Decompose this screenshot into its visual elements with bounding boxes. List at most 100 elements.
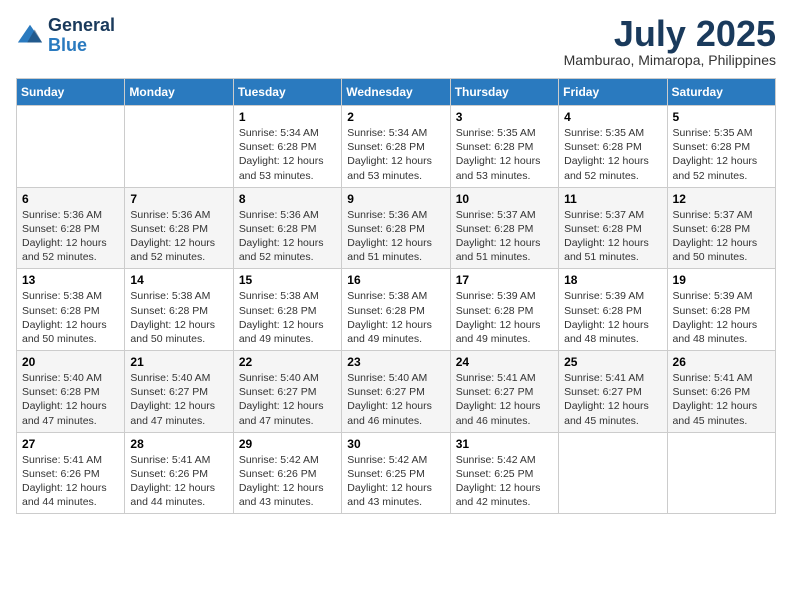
month-title: July 2025 <box>564 16 776 52</box>
weekday-header-sunday: Sunday <box>17 79 125 106</box>
calendar-cell: 19 Sunrise: 5:39 AMSunset: 6:28 PMDayligh… <box>667 269 775 351</box>
calendar-cell: 3Sunrise: 5:35 AMSunset: 6:28 PMDaylight… <box>450 106 558 188</box>
weekday-header-thursday: Thursday <box>450 79 558 106</box>
weekday-header-row: SundayMondayTuesdayWednesdayThursdayFrid… <box>17 79 776 106</box>
calendar-cell: 30 Sunrise: 5:42 AMSunset: 6:25 PMDayligh… <box>342 432 450 514</box>
day-number: 26 <box>673 355 770 369</box>
day-info: Sunrise: 5:36 AMSunset: 6:28 PMDaylight:… <box>239 208 336 265</box>
calendar-week-row: 27 Sunrise: 5:41 AMSunset: 6:26 PMDayligh… <box>17 432 776 514</box>
day-number: 21 <box>130 355 227 369</box>
calendar-cell: 25Sunrise: 5:41 AMSunset: 6:27 PMDayligh… <box>559 351 667 433</box>
calendar-cell: 14 Sunrise: 5:38 AMSunset: 6:28 PMDayligh… <box>125 269 233 351</box>
day-number: 13 <box>22 273 119 287</box>
day-info: Sunrise: 5:39 AMSunset: 6:28 PMDaylight:… <box>564 289 661 346</box>
weekday-header-wednesday: Wednesday <box>342 79 450 106</box>
calendar-cell: 16Sunrise: 5:38 AMSunset: 6:28 PMDayligh… <box>342 269 450 351</box>
calendar-body: 1Sunrise: 5:34 AMSunset: 6:28 PMDaylight… <box>17 106 776 514</box>
day-info: Sunrise: 5:36 AMSunset: 6:28 PMDaylight:… <box>130 208 227 265</box>
day-number: 11 <box>564 192 661 206</box>
day-number: 30 <box>347 437 444 451</box>
day-number: 20 <box>22 355 119 369</box>
calendar-cell: 22 Sunrise: 5:40 AMSunset: 6:27 PMDayligh… <box>233 351 341 433</box>
weekday-header-tuesday: Tuesday <box>233 79 341 106</box>
day-number: 4 <box>564 110 661 124</box>
calendar-cell: 12Sunrise: 5:37 AMSunset: 6:28 PMDayligh… <box>667 187 775 269</box>
calendar-cell: 6 Sunrise: 5:36 AMSunset: 6:28 PMDaylight… <box>17 187 125 269</box>
day-number: 27 <box>22 437 119 451</box>
day-number: 7 <box>130 192 227 206</box>
day-info: Sunrise: 5:40 AMSunset: 6:27 PMDaylight:… <box>347 371 444 428</box>
calendar-cell: 17Sunrise: 5:39 AMSunset: 6:28 PMDayligh… <box>450 269 558 351</box>
day-info: Sunrise: 5:38 AMSunset: 6:28 PMDaylight:… <box>347 289 444 346</box>
calendar-cell: 5 Sunrise: 5:35 AMSunset: 6:28 PMDaylight… <box>667 106 775 188</box>
calendar-cell: 11Sunrise: 5:37 AMSunset: 6:28 PMDayligh… <box>559 187 667 269</box>
day-info: Sunrise: 5:42 AMSunset: 6:26 PMDaylight:… <box>239 453 336 510</box>
day-info: Sunrise: 5:42 AMSunset: 6:25 PMDaylight:… <box>347 453 444 510</box>
calendar-header: SundayMondayTuesdayWednesdayThursdayFrid… <box>17 79 776 106</box>
weekday-header-friday: Friday <box>559 79 667 106</box>
day-number: 25 <box>564 355 661 369</box>
day-info: Sunrise: 5:35 AMSunset: 6:28 PMDaylight:… <box>456 126 553 183</box>
calendar-cell: 8 Sunrise: 5:36 AMSunset: 6:28 PMDaylight… <box>233 187 341 269</box>
calendar-cell: 23Sunrise: 5:40 AMSunset: 6:27 PMDayligh… <box>342 351 450 433</box>
day-number: 1 <box>239 110 336 124</box>
day-info: Sunrise: 5:40 AMSunset: 6:28 PMDaylight:… <box>22 371 119 428</box>
day-info: Sunrise: 5:41 AMSunset: 6:26 PMDaylight:… <box>673 371 770 428</box>
calendar-cell: 31 Sunrise: 5:42 AMSunset: 6:25 PMDayligh… <box>450 432 558 514</box>
calendar-cell: 26 Sunrise: 5:41 AMSunset: 6:26 PMDayligh… <box>667 351 775 433</box>
calendar-cell: 4 Sunrise: 5:35 AMSunset: 6:28 PMDaylight… <box>559 106 667 188</box>
calendar-cell: 13Sunrise: 5:38 AMSunset: 6:28 PMDayligh… <box>17 269 125 351</box>
day-info: Sunrise: 5:41 AMSunset: 6:26 PMDaylight:… <box>22 453 119 510</box>
day-info: Sunrise: 5:38 AMSunset: 6:28 PMDaylight:… <box>130 289 227 346</box>
calendar-cell: 10Sunrise: 5:37 AMSunset: 6:28 PMDayligh… <box>450 187 558 269</box>
calendar-cell: 1Sunrise: 5:34 AMSunset: 6:28 PMDaylight… <box>233 106 341 188</box>
day-number: 5 <box>673 110 770 124</box>
day-info: Sunrise: 5:41 AMSunset: 6:27 PMDaylight:… <box>456 371 553 428</box>
logo-blue-text: Blue <box>48 36 115 56</box>
calendar-week-row: 13 Sunrise: 5:38 AMSunset: 6:28 PMDayligh… <box>17 269 776 351</box>
day-info: Sunrise: 5:40 AMSunset: 6:27 PMDaylight:… <box>239 371 336 428</box>
day-info: Sunrise: 5:35 AMSunset: 6:28 PMDaylight:… <box>673 126 770 183</box>
day-info: Sunrise: 5:35 AMSunset: 6:28 PMDaylight:… <box>564 126 661 183</box>
day-number: 24 <box>456 355 553 369</box>
day-number: 8 <box>239 192 336 206</box>
day-number: 14 <box>130 273 227 287</box>
calendar-cell: 2Sunrise: 5:34 AMSunset: 6:28 PMDaylight… <box>342 106 450 188</box>
day-number: 6 <box>22 192 119 206</box>
calendar-cell: 28 Sunrise: 5:41 AMSunset: 6:26 PMDayligh… <box>125 432 233 514</box>
day-info: Sunrise: 5:38 AMSunset: 6:28 PMDaylight:… <box>239 289 336 346</box>
day-number: 22 <box>239 355 336 369</box>
title-block: July 2025 Mamburao, Mimaropa, Philippine… <box>564 16 776 68</box>
day-number: 9 <box>347 192 444 206</box>
calendar-cell: 20 Sunrise: 5:40 AMSunset: 6:28 PMDayligh… <box>17 351 125 433</box>
day-number: 28 <box>130 437 227 451</box>
day-info: Sunrise: 5:40 AMSunset: 6:27 PMDaylight:… <box>130 371 227 428</box>
calendar-cell: 18 Sunrise: 5:39 AMSunset: 6:28 PMDayligh… <box>559 269 667 351</box>
calendar-cell: 24 Sunrise: 5:41 AMSunset: 6:27 PMDayligh… <box>450 351 558 433</box>
calendar-cell: 29 Sunrise: 5:42 AMSunset: 6:26 PMDayligh… <box>233 432 341 514</box>
day-info: Sunrise: 5:37 AMSunset: 6:28 PMDaylight:… <box>673 208 770 265</box>
day-number: 2 <box>347 110 444 124</box>
calendar-week-row: 1Sunrise: 5:34 AMSunset: 6:28 PMDaylight… <box>17 106 776 188</box>
day-number: 29 <box>239 437 336 451</box>
day-info: Sunrise: 5:36 AMSunset: 6:28 PMDaylight:… <box>22 208 119 265</box>
calendar-cell <box>667 432 775 514</box>
day-number: 15 <box>239 273 336 287</box>
day-number: 19 <box>673 273 770 287</box>
calendar-cell: 7 Sunrise: 5:36 AMSunset: 6:28 PMDaylight… <box>125 187 233 269</box>
calendar-cell: 9 Sunrise: 5:36 AMSunset: 6:28 PMDaylight… <box>342 187 450 269</box>
calendar-cell <box>17 106 125 188</box>
day-info: Sunrise: 5:41 AMSunset: 6:26 PMDaylight:… <box>130 453 227 510</box>
calendar-table: SundayMondayTuesdayWednesdayThursdayFrid… <box>16 78 776 514</box>
location-subtitle: Mamburao, Mimaropa, Philippines <box>564 52 776 68</box>
day-number: 31 <box>456 437 553 451</box>
calendar-cell: 15 Sunrise: 5:38 AMSunset: 6:28 PMDayligh… <box>233 269 341 351</box>
calendar-cell: 27 Sunrise: 5:41 AMSunset: 6:26 PMDayligh… <box>17 432 125 514</box>
day-info: Sunrise: 5:42 AMSunset: 6:25 PMDaylight:… <box>456 453 553 510</box>
day-number: 17 <box>456 273 553 287</box>
day-info: Sunrise: 5:36 AMSunset: 6:28 PMDaylight:… <box>347 208 444 265</box>
day-info: Sunrise: 5:39 AMSunset: 6:28 PMDaylight:… <box>673 289 770 346</box>
day-number: 18 <box>564 273 661 287</box>
day-info: Sunrise: 5:37 AMSunset: 6:28 PMDaylight:… <box>456 208 553 265</box>
logo: General Blue <box>16 16 115 56</box>
